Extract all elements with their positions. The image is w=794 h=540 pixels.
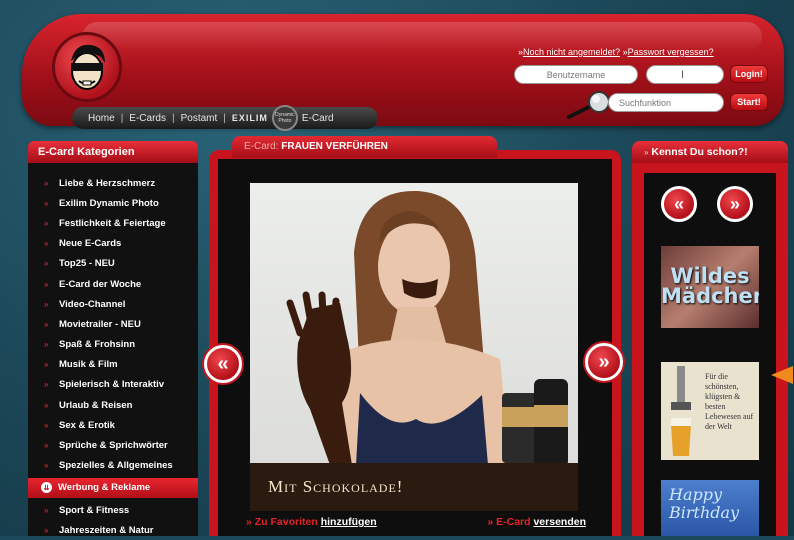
prev-ecard-button[interactable]: « [204,345,242,383]
sidebar-item[interactable]: » Sex & Erotik [28,415,198,435]
sidebar-item[interactable]: » Musik & Film [28,355,198,375]
account-links: »Noch nicht angemeldet? »Passwort verges… [518,47,714,57]
username-placeholder: Benutzername [546,69,606,80]
send-ecard-link[interactable]: versenden [533,516,586,528]
orange-pointer-icon [771,366,793,384]
send-ecard-action[interactable]: » E-Card versenden [487,516,586,528]
ecard-photo-illustration [286,190,568,467]
site-logo[interactable] [52,32,122,102]
forgot-password-link[interactable]: Passwort vergessen? [628,47,714,57]
sidebar-item[interactable]: » Video-Channel [28,294,198,314]
sidebar-item[interactable]: » Liebe & Herzschmerz [28,173,198,193]
bullet-icon: » [44,299,49,309]
bullet-icon: » [44,340,49,350]
sidebar-item[interactable]: » Neue E-Cards [28,234,198,254]
sidebar-item[interactable]: » Spezielles & Allgemeines [28,456,198,476]
suggestions-panel: » Kennst Du schon?! [632,141,788,536]
bullet-icon: » [44,525,49,535]
bullet-icon: » [44,380,49,390]
nav-home[interactable]: Home [88,113,115,124]
suggestion-thumb-2[interactable]: Für die schönsten, klügsten & besten Leb… [661,362,759,460]
login-button[interactable]: Login! [730,65,768,83]
nav-separator: | [171,112,175,124]
sidebar-item[interactable]: » Sport & Fitness [28,500,198,520]
thumb-3-text: Happy Birthday [669,485,740,522]
sidebar-item-active[interactable]: ⇊ Werbung & Reklame [28,477,198,498]
username-input[interactable]: Benutzername [514,65,638,84]
nav-ecard[interactable]: E-Card [302,113,334,124]
next-ecard-button[interactable]: » [585,343,623,381]
add-favorite-link[interactable]: hinzufügen [321,516,377,528]
nav-separator: | [120,112,124,124]
bullet-icon: » [44,400,49,410]
bullet-icon: » [44,441,49,451]
bullet-icon: » [44,279,49,289]
nav-separator: | [223,112,226,124]
bullet-icon: » [44,239,49,249]
suggestions-next-button[interactable]: » [717,186,753,222]
suggestion-thumb-1[interactable]: Wildes Mädchen [661,246,759,328]
ecard-title-tab: E-Card: FRAUEN VERFÜHREN [232,136,497,158]
sidebar-item[interactable]: » Exilim Dynamic Photo [28,193,198,213]
suggestions-prev-button[interactable]: « [661,186,697,222]
nav-exilim-brand[interactable]: EXILIM [232,113,268,123]
magnifier-icon [567,91,610,119]
sidebar-item[interactable]: » Sprüche & Sprichwörter [28,435,198,455]
bullet-icon: » [44,198,49,208]
suggestion-thumb-3[interactable]: Happy Birthday [661,480,759,536]
ecard-caption-bar: Mit Schokolade! [250,463,578,511]
bullet-icon: » [44,360,49,370]
ecard-title: FRAUEN VERFÜHREN [281,141,388,152]
search-start-button[interactable]: Start! [730,93,768,111]
password-input[interactable]: I [646,65,724,84]
category-sidebar: E-Card Kategorien » Liebe & Herzschmerz »… [28,141,198,536]
sidebar-item[interactable]: » Movietrailer - NEU [28,314,198,334]
bullet-icon: » [44,461,49,471]
logo-face-icon [71,44,105,90]
ecard-image[interactable]: Mit Schokolade! [250,183,578,511]
ecard-actions: » Zu Favoriten hinzufügen » E-Card verse… [246,516,586,528]
thumb-2-text: Für die schönsten, klügsten & besten Leb… [705,372,754,431]
sidebar-title: E-Card Kategorien [28,141,198,163]
bullet-icon: » [44,319,49,329]
search-placeholder: Suchfunktion [619,97,672,108]
dynamic-photo-badge[interactable]: Dynamic Photo [271,105,298,131]
suggestions-title: » Kennst Du schon?! [632,141,788,163]
search-input[interactable]: Suchfunktion [608,93,724,112]
sidebar-item[interactable]: » Top25 - NEU [28,254,198,274]
text-cursor-icon: I [681,68,685,81]
bullet-icon: » [44,178,49,188]
category-list: » Liebe & Herzschmerz » Exilim Dynamic Pho… [28,163,198,540]
nav-postamt[interactable]: Postamt [181,113,218,124]
bullet-icon: » [44,505,49,515]
sidebar-item[interactable]: » Spaß & Frohsinn [28,335,198,355]
sidebar-item[interactable]: » E-Card der Woche [28,274,198,294]
bullet-icon: » [44,218,49,228]
add-favorite-action[interactable]: » Zu Favoriten hinzufügen [246,516,377,528]
sidebar-item[interactable]: » Festlichkeit & Feiertage [28,213,198,233]
thumb-1-text: Wildes Mädchen [661,264,759,308]
bullet-icon: » [44,259,49,269]
not-registered-link[interactable]: Noch nicht angemeldet? [523,47,620,57]
sidebar-item[interactable]: » Urlaub & Reisen [28,395,198,415]
beer-tap-icon [671,366,691,456]
sidebar-item[interactable]: » Jahreszeiten & Natur [28,520,198,540]
sidebar-item[interactable]: » Spielerisch & Interaktiv [28,375,198,395]
nav-ecards[interactable]: E-Cards [129,113,166,124]
expand-down-icon: ⇊ [41,482,52,494]
ecard-caption: Mit Schokolade! [268,477,404,496]
main-nav: Home | E-Cards | Postamt | EXILIM Dynami… [72,105,378,131]
bullet-icon: » [44,420,49,430]
